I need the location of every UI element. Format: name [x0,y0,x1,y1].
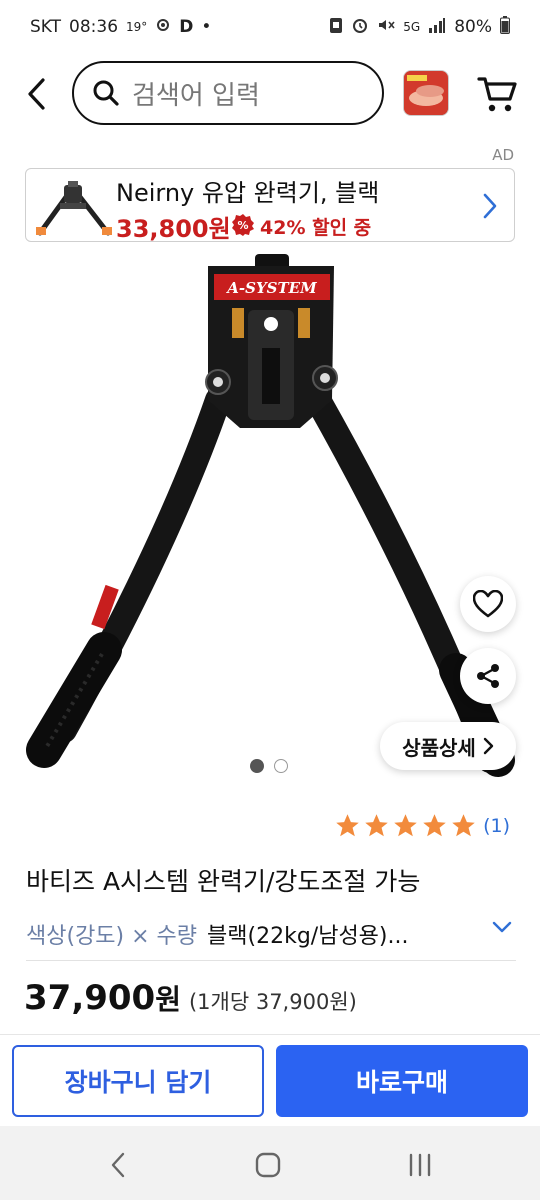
search-icon [93,80,119,106]
purchase-bar: 장바구니 담기 바로구매 [0,1034,540,1126]
ad-label: AD [492,146,514,164]
heart-icon [473,590,503,618]
unit-price: (1개당 37,900원) [188,990,357,1014]
home-icon [255,1152,281,1178]
chevron-down-icon [492,921,512,933]
option-value: 블랙(22kg/남성용)... [207,924,409,949]
svg-text:%: % [237,219,248,232]
ad-discount-text: 42% 할인 중 [260,217,372,239]
ad-product-image [32,175,114,237]
carousel-dot-2[interactable] [274,759,288,773]
back-icon [111,1152,125,1178]
battery-level: 80% [454,17,492,37]
carrier-label: SKT [30,17,62,37]
ad-banner[interactable]: Neirny 유압 완력기, 블랙 33,800원 % 42% 할인 중 [25,168,515,243]
cart-icon [477,77,517,112]
clock: 08:36 [69,17,119,37]
system-nav-bar [0,1126,540,1200]
product-title: 바티즈 A시스템 완력기/강도조절 가능 [26,867,421,896]
notification-dot-icon: • [201,17,212,37]
back-button[interactable] [18,72,54,116]
product-image-carousel[interactable]: A-SYSTEM [0,250,540,790]
cart-button[interactable] [476,72,520,116]
temperature: 19° [126,20,148,34]
search-header: 검색어 입력 [0,58,540,130]
buy-now-button[interactable]: 바로구매 [276,1045,528,1117]
mute-icon [377,16,395,39]
alarm-icon [351,16,369,39]
search-placeholder: 검색어 입력 [132,80,260,111]
brand-mark: A-SYSTEM [225,279,317,297]
product-image: A-SYSTEM [26,254,515,777]
price-block: 37,900 원 (1개당 37,900원) [24,978,357,1018]
recent-product-thumbnail[interactable] [403,70,449,116]
share-button[interactable] [460,648,516,704]
star-icon [365,814,388,837]
nav-home-button[interactable] [248,1148,288,1182]
star-icon [336,814,359,837]
share-icon [477,664,499,688]
carousel-dot-1[interactable] [250,759,264,773]
nav-recents-button[interactable] [400,1148,440,1182]
divider [26,960,516,961]
battery-icon [500,15,510,39]
price-amount: 37,900 [24,978,156,1018]
status-bar: SKT 08:36 19° D • 5G 80% [0,0,540,54]
signal-icon [428,17,446,38]
recents-icon [409,1153,431,1177]
wishlist-button[interactable] [460,576,516,632]
d-app-icon: D [179,17,194,37]
add-to-cart-button[interactable]: 장바구니 담기 [12,1045,264,1117]
ad-price: 33,800원 [116,215,231,243]
option-label: 색상(강도) × 수량 [26,924,198,949]
search-input[interactable]: 검색어 입력 [72,61,384,125]
product-detail-label: 상품상세 [402,735,476,760]
chevron-right-icon [483,737,493,755]
carousel-indicator [250,759,288,773]
star-icon [423,814,446,837]
nav-back-button[interactable] [98,1148,138,1182]
settings-status-icon [155,17,171,38]
chevron-left-icon [28,78,45,110]
network-type: 5G [403,20,421,34]
product-rating[interactable]: (1) [334,812,510,839]
ad-title: Neirny 유압 완력기, 블랙 [116,179,380,207]
review-count[interactable]: (1) [483,815,510,837]
star-icon [394,814,417,837]
price-currency: 원 [155,983,181,1016]
chevron-right-icon [480,191,500,221]
product-detail-button[interactable]: 상품상세 [380,722,516,770]
discount-badge-icon: % [232,214,254,236]
option-selector[interactable]: 색상(강도) × 수량 블랙(22kg/남성용)... [26,914,516,954]
star-icon [452,814,475,837]
lock-status-icon [329,16,343,39]
